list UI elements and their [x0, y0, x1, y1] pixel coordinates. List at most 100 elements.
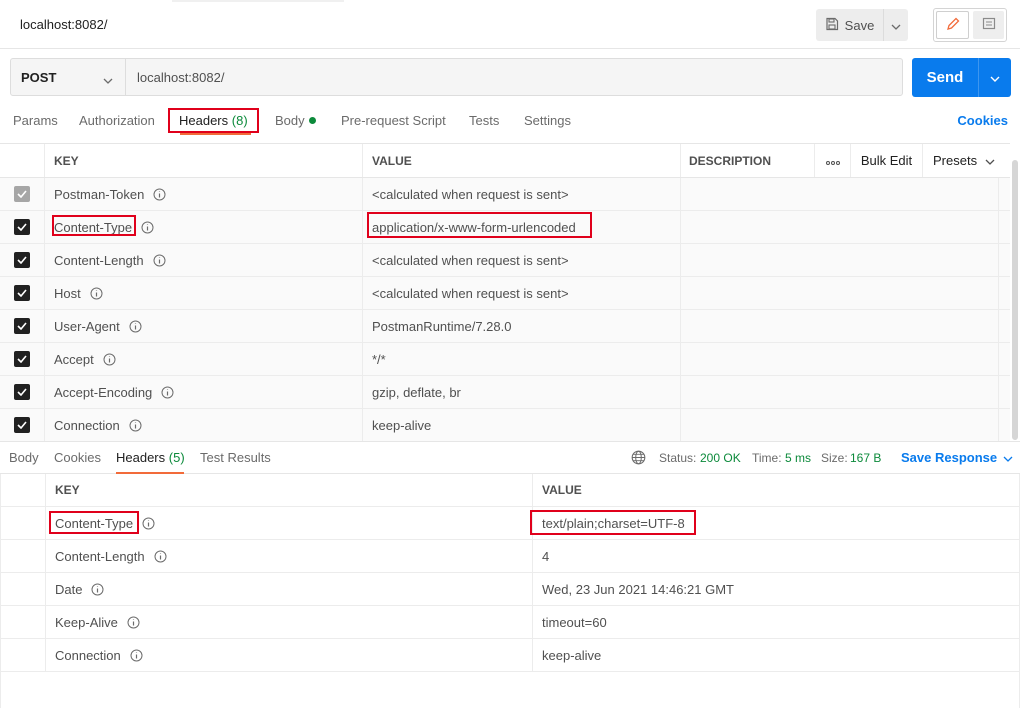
- tab-tests[interactable]: Tests: [469, 113, 499, 128]
- key-cell[interactable]: Accept-Encoding: [45, 376, 363, 408]
- spacer-cell: [1, 507, 46, 539]
- tab-divider: [172, 0, 344, 2]
- header-key: Content-Length: [54, 252, 144, 268]
- value-cell[interactable]: <calculated when request is sent>: [363, 178, 681, 210]
- method-select[interactable]: POST: [11, 59, 126, 95]
- table-row: Postman-Token <calculated when request i…: [0, 178, 1010, 211]
- table-row: Connection keep-alive: [1, 639, 1019, 672]
- tab-body[interactable]: Body: [275, 113, 316, 128]
- info-icon: [103, 353, 116, 366]
- row-checkbox[interactable]: [14, 318, 30, 334]
- table-row: Keep-Alive timeout=60: [1, 606, 1019, 639]
- chevron-down-icon: [891, 18, 901, 33]
- tab-response-body[interactable]: Body: [9, 450, 39, 465]
- header-key: Keep-Alive: [55, 614, 118, 630]
- tab-params[interactable]: Params: [13, 113, 58, 128]
- key-cell[interactable]: Accept: [45, 343, 363, 375]
- description-cell[interactable]: [681, 376, 999, 408]
- tab-test-results[interactable]: Test Results: [200, 450, 271, 465]
- chevron-down-icon: [990, 70, 1000, 85]
- description-cell[interactable]: [681, 343, 999, 375]
- info-icon: [153, 254, 166, 267]
- row-checkbox-cell: [0, 211, 45, 243]
- cookies-link[interactable]: Cookies: [957, 113, 1008, 128]
- row-checkbox[interactable]: [14, 351, 30, 367]
- row-checkbox[interactable]: [14, 186, 30, 202]
- value-cell[interactable]: PostmanRuntime/7.28.0: [363, 310, 681, 342]
- column-header-key: KEY: [45, 144, 363, 177]
- description-cell[interactable]: [681, 277, 999, 309]
- description-cell[interactable]: [681, 178, 999, 210]
- send-options-button[interactable]: [979, 58, 1011, 97]
- row-checkbox[interactable]: [14, 285, 30, 301]
- row-checkbox-cell: [0, 178, 45, 210]
- column-key-label: KEY: [55, 483, 80, 497]
- row-checkbox-cell: [0, 343, 45, 375]
- header-value: 4: [542, 548, 550, 564]
- header-value: gzip, deflate, br: [372, 384, 461, 400]
- column-value-label: VALUE: [372, 153, 412, 168]
- description-cell[interactable]: [681, 244, 999, 276]
- column-description-label: DESCRIPTION: [689, 153, 772, 168]
- highlight-box: [367, 212, 592, 238]
- row-checkbox[interactable]: [14, 219, 30, 235]
- column-header-value: VALUE: [533, 474, 1019, 506]
- value-cell: 4: [533, 540, 1019, 572]
- header-key: Connection: [54, 417, 120, 433]
- comments-mode-button[interactable]: [973, 11, 1004, 39]
- header-check-cell: [0, 144, 45, 177]
- more-options-button[interactable]: [815, 144, 851, 177]
- description-cell[interactable]: [681, 310, 999, 342]
- table-row: Content-Type text/plain;charset=UTF-8: [1, 507, 1019, 540]
- tab-prerequest-script[interactable]: Pre-request Script: [341, 113, 446, 128]
- save-button[interactable]: Save: [816, 9, 884, 41]
- method-label: POST: [21, 69, 57, 85]
- spacer-cell: [1, 606, 46, 638]
- tab-settings[interactable]: Settings: [524, 113, 571, 128]
- send-button[interactable]: Send: [912, 58, 979, 97]
- key-cell[interactable]: Host: [45, 277, 363, 309]
- presets-dropdown[interactable]: Presets: [923, 144, 1010, 177]
- row-checkbox[interactable]: [14, 384, 30, 400]
- key-cell[interactable]: User-Agent: [45, 310, 363, 342]
- url-input[interactable]: localhost:8082/: [126, 59, 224, 95]
- row-checkbox[interactable]: [14, 417, 30, 433]
- edit-mode-button[interactable]: [936, 11, 969, 39]
- table-row: Connection keep-alive: [0, 409, 1010, 442]
- scrollbar[interactable]: [1012, 160, 1018, 440]
- chevron-down-icon: [1003, 450, 1013, 465]
- value-cell[interactable]: */*: [363, 343, 681, 375]
- description-cell[interactable]: [681, 211, 999, 243]
- status-label: Status:: [659, 451, 697, 465]
- header-value: keep-alive: [372, 417, 432, 433]
- key-cell[interactable]: Connection: [45, 409, 363, 441]
- table-row: Host <calculated when request is sent>: [0, 277, 1010, 310]
- row-checkbox[interactable]: [14, 252, 30, 268]
- header-value: keep-alive: [542, 647, 602, 663]
- info-icon: [161, 386, 174, 399]
- value-cell[interactable]: <calculated when request is sent>: [363, 244, 681, 276]
- save-group: Save: [816, 9, 908, 41]
- globe-icon[interactable]: [631, 450, 646, 468]
- save-options-button[interactable]: [884, 9, 908, 41]
- column-header-value: VALUE: [363, 144, 681, 177]
- bulk-edit-button[interactable]: Bulk Edit: [851, 144, 923, 177]
- value-cell[interactable]: <calculated when request is sent>: [363, 277, 681, 309]
- body-indicator-dot: [308, 117, 316, 124]
- info-icon: [154, 550, 167, 563]
- tab-response-headers[interactable]: Headers (5): [116, 450, 185, 465]
- info-icon: [153, 188, 166, 201]
- value-cell[interactable]: gzip, deflate, br: [363, 376, 681, 408]
- value-cell[interactable]: keep-alive: [363, 409, 681, 441]
- spacer-cell: [1, 540, 46, 572]
- request-tab-title[interactable]: localhost:8082/: [20, 17, 107, 32]
- tab-authorization[interactable]: Authorization: [79, 113, 155, 128]
- value-cell: timeout=60: [533, 606, 1019, 638]
- save-response-button[interactable]: Save Response: [901, 450, 1013, 465]
- tab-response-cookies[interactable]: Cookies: [54, 450, 101, 465]
- key-cell[interactable]: Postman-Token: [45, 178, 363, 210]
- size-value: 167 B: [850, 451, 882, 465]
- description-cell[interactable]: [681, 409, 999, 441]
- save-response-label: Save Response: [901, 450, 998, 465]
- key-cell[interactable]: Content-Length: [45, 244, 363, 276]
